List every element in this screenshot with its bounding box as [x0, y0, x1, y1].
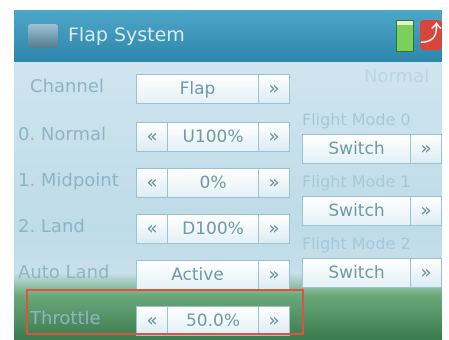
title-bar: Flap System ⤴ — [14, 10, 442, 62]
land-label: 2. Land — [18, 216, 85, 237]
channel-value[interactable]: Flap — [136, 74, 258, 104]
channel-control[interactable]: Flap » — [136, 74, 290, 104]
land-right-arrow-button[interactable]: » — [258, 214, 290, 244]
flight-mode-0-switch-button[interactable]: Switch — [302, 134, 410, 164]
midpoint-right-arrow-button[interactable]: » — [258, 168, 290, 198]
normal-control[interactable]: « U100% » — [136, 122, 290, 152]
flight-mode-0-control[interactable]: Switch » — [302, 134, 442, 164]
battery-icon — [396, 20, 414, 52]
status-text: Normal — [364, 66, 430, 87]
plane-icon — [28, 24, 58, 48]
page-title: Flap System — [68, 24, 185, 46]
midpoint-label: 1. Midpoint — [18, 170, 119, 191]
exit-icon[interactable]: ⤴ — [420, 20, 442, 50]
flight-mode-2-switch-button[interactable]: Switch — [302, 258, 410, 288]
flight-mode-2-right-arrow-button[interactable]: » — [410, 258, 442, 288]
channel-label: Channel — [30, 76, 104, 97]
normal-right-arrow-button[interactable]: » — [258, 122, 290, 152]
throttle-control[interactable]: « 50.0% » — [136, 306, 290, 336]
land-control[interactable]: « D100% » — [136, 214, 290, 244]
channel-right-arrow-button[interactable]: » — [258, 74, 290, 104]
auto-land-value[interactable]: Active — [136, 260, 258, 290]
normal-label: 0. Normal — [18, 124, 107, 145]
midpoint-control[interactable]: « 0% » — [136, 168, 290, 198]
flight-mode-1-right-arrow-button[interactable]: » — [410, 196, 442, 226]
normal-left-arrow-button[interactable]: « — [136, 122, 168, 152]
throttle-right-arrow-button[interactable]: » — [258, 306, 290, 336]
land-left-arrow-button[interactable]: « — [136, 214, 168, 244]
throttle-left-arrow-button[interactable]: « — [136, 306, 168, 336]
flight-mode-1-label: Flight Mode 1 — [302, 172, 411, 191]
normal-value[interactable]: U100% — [168, 122, 258, 152]
midpoint-left-arrow-button[interactable]: « — [136, 168, 168, 198]
throttle-value[interactable]: 50.0% — [168, 306, 258, 336]
flight-mode-0-right-arrow-button[interactable]: » — [410, 134, 442, 164]
flap-system-screen: Flap System ⤴ Normal Channel Flap » 0. N… — [0, 0, 449, 340]
flight-mode-2-control[interactable]: Switch » — [302, 258, 442, 288]
auto-land-label: Auto Land — [18, 262, 110, 283]
flight-mode-1-control[interactable]: Switch » — [302, 196, 442, 226]
flight-mode-0-label: Flight Mode 0 — [302, 110, 411, 129]
settings-panel: Normal Channel Flap » 0. Normal « U100% … — [14, 62, 442, 340]
flight-mode-1-switch-button[interactable]: Switch — [302, 196, 410, 226]
auto-land-right-arrow-button[interactable]: » — [258, 260, 290, 290]
auto-land-control[interactable]: Active » — [136, 260, 290, 290]
land-value[interactable]: D100% — [168, 214, 258, 244]
midpoint-value[interactable]: 0% — [168, 168, 258, 198]
flight-mode-2-label: Flight Mode 2 — [302, 234, 411, 253]
throttle-label: Throttle — [30, 308, 101, 329]
